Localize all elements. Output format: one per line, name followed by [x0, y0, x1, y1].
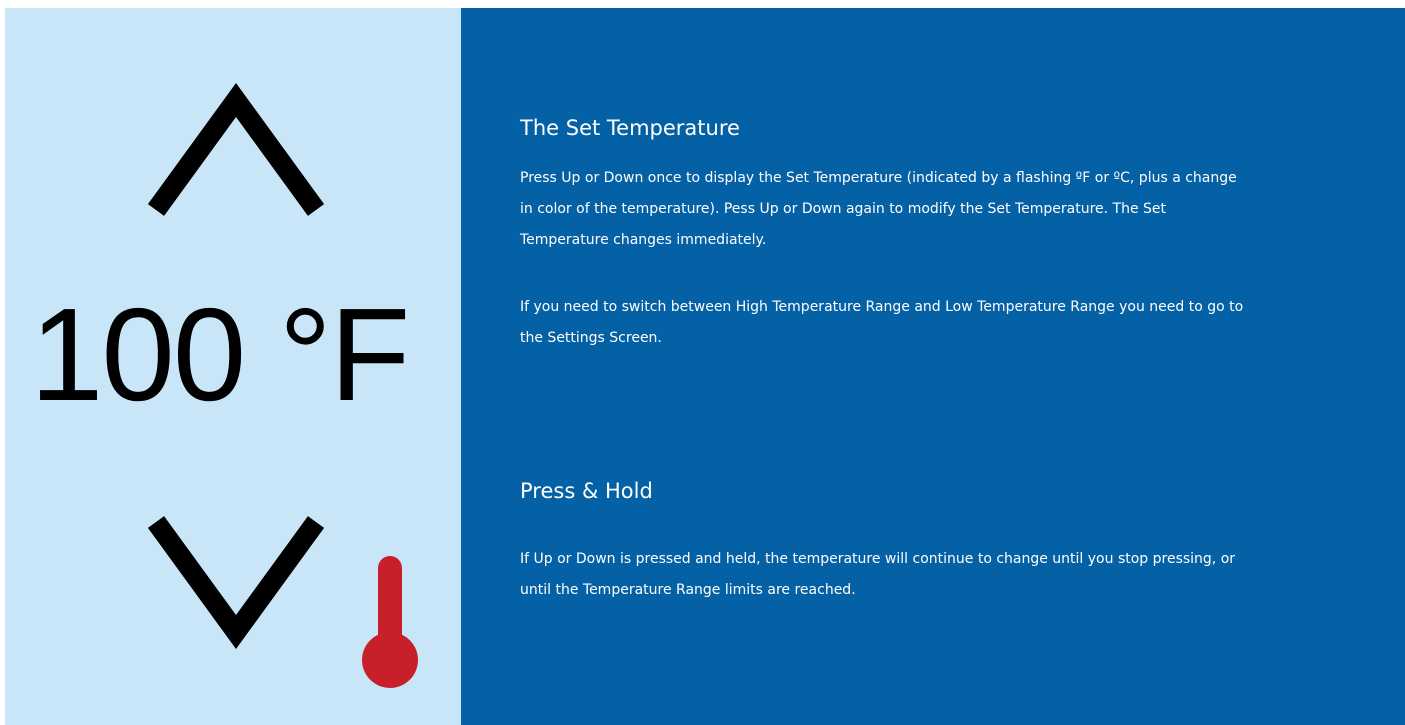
section-title-set-temperature: The Set Temperature [520, 116, 740, 140]
section-title-press-hold: Press & Hold [520, 479, 653, 503]
thermometer-icon [362, 556, 418, 688]
temperature-range-paragraph: If you need to switch between High Tempe… [520, 299, 1244, 346]
set-temperature-paragraph: Press Up or Down once to display the Set… [520, 170, 1237, 248]
chevron-down-icon[interactable] [146, 510, 326, 650]
chevron-up-icon[interactable] [146, 82, 326, 222]
press-hold-paragraph: If Up or Down is pressed and held, the t… [520, 551, 1236, 598]
temperature-readout: 100 °F [30, 281, 410, 428]
